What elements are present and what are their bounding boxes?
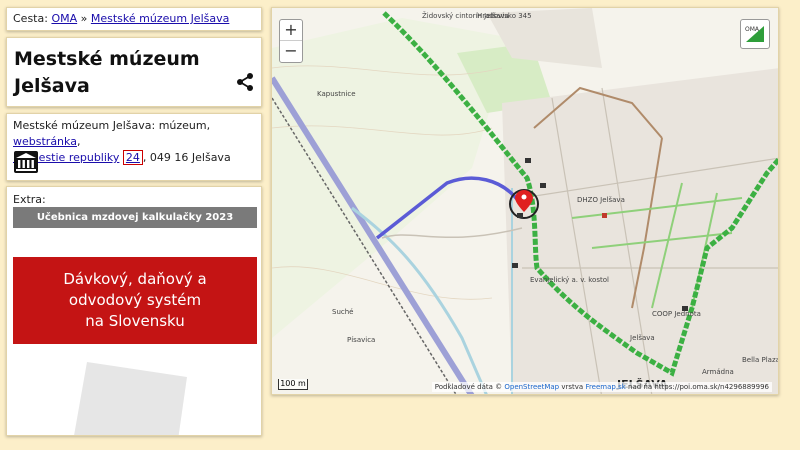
breadcrumb-link-root[interactable]: OMA: [51, 12, 77, 25]
map-town-area: [502, 68, 778, 394]
attribution-osm-link[interactable]: OpenStreetMap: [504, 383, 559, 391]
map-label-pisavica: Písavica: [347, 336, 376, 344]
map-label-hradovisko: Hradovisko 345: [477, 12, 532, 20]
poi-type: múzeum: [158, 119, 207, 132]
page-title: Mestské múzeum Jelšava: [14, 48, 200, 97]
map-label-armadna: Armádna: [702, 368, 734, 376]
ad-banner-red[interactable]: Dávkový, daňový a odvodový systém na Slo…: [13, 257, 257, 344]
map-label-bella: Bella Plaza: [742, 356, 779, 364]
info-panel: Mestské múzeum Jelšava: múzeum, webstrán…: [6, 113, 262, 181]
attribution-freemap-link[interactable]: Freemap.sk: [585, 383, 625, 391]
map[interactable]: Židovský cintorín Jelšava Hradovisko 345…: [271, 7, 779, 395]
extra-label: Extra:: [13, 193, 46, 206]
breadcrumb-link-current[interactable]: Mestské múzeum Jelšava: [91, 12, 229, 25]
map-label-dhzo: DHZO Jelšava: [577, 196, 625, 204]
breadcrumb-prefix: Cesta:: [13, 12, 48, 25]
breadcrumb: Cesta: OMA » Mestské múzeum Jelšava: [6, 7, 262, 31]
map-poi-icon: [512, 263, 518, 268]
title-panel: Mestské múzeum Jelšava: [6, 37, 262, 107]
map-scale-bar: 100 m: [278, 379, 308, 390]
postcode-city: 049 16 Jelšava: [149, 151, 231, 164]
ad-banner-red-text: Dávkový, daňový a odvodový systém na Slo…: [63, 270, 207, 330]
map-marker-dot: [521, 194, 527, 200]
extra-panel: Extra: Učebnica mzdovej kalkulačky 2023 …: [6, 186, 262, 436]
breadcrumb-separator: »: [80, 12, 88, 25]
map-label-coop: COOP Jednota: [652, 310, 701, 318]
layer-icon: OMA: [745, 26, 764, 42]
zoom-out-button[interactable]: −: [280, 40, 302, 61]
museum-icon: [14, 151, 38, 173]
map-label-kapustnice: Kapustnice: [317, 90, 356, 98]
ad-banner-gray[interactable]: Učebnica mzdovej kalkulačky 2023: [13, 207, 257, 228]
map-attribution: Podkladové dáta © OpenStreetMap vrstva F…: [431, 382, 772, 392]
map-label-jelsava-small: Jelšava: [630, 334, 655, 342]
poi-name: Mestské múzeum Jelšava: [13, 119, 152, 132]
attribution-prefix: Podkladové dáta ©: [434, 383, 503, 391]
layer-badge-text: OMA: [745, 26, 760, 33]
share-icon[interactable]: [235, 72, 255, 92]
info-line-2: Námestie republiky 24, 049 16 Jelšava: [13, 150, 231, 165]
attribution-suffix: nad ňa https://poi.oma.sk/n4296889996: [628, 383, 769, 391]
map-poi-icon: [540, 183, 546, 188]
map-poi-icon: [525, 158, 531, 163]
house-number-link[interactable]: 24: [122, 150, 143, 165]
map-poi-icon: [517, 213, 523, 218]
map-label-evanjelicky: Evanjelický a. v. kostol: [530, 276, 609, 284]
zoom-in-button[interactable]: +: [280, 20, 302, 40]
zoom-control: + −: [279, 19, 303, 63]
info-line-1: Mestské múzeum Jelšava: múzeum, webstrán…: [13, 119, 211, 148]
website-link[interactable]: webstránka: [13, 135, 77, 148]
ad-decor-shape: [74, 362, 187, 435]
map-poi-icon: [602, 213, 607, 218]
attribution-mid: vrstva: [561, 383, 584, 391]
map-label-suche: Suché: [332, 308, 354, 316]
layer-switch-button[interactable]: OMA: [740, 19, 770, 49]
